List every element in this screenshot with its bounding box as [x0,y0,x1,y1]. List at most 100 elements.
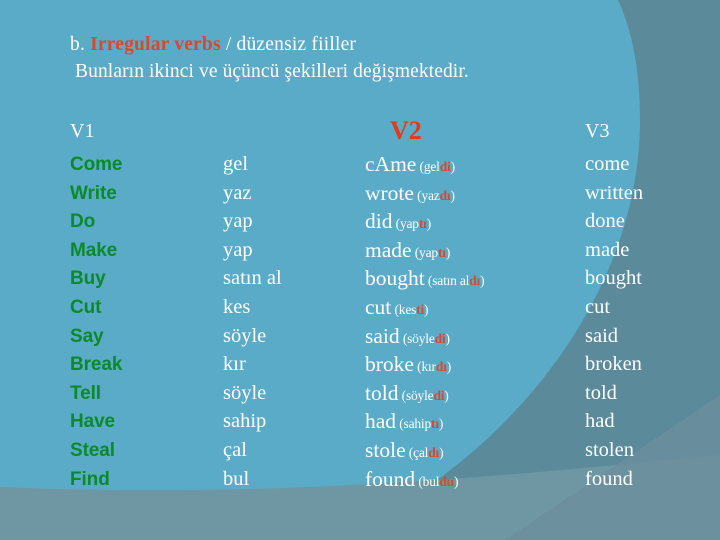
column-header-v1: V1 [70,120,95,142]
cell-v2: found (buldu) [365,467,590,492]
cell-v1: Write [70,182,117,204]
v2-base-form: cAme [365,152,417,176]
table-row: Say söyle said (söyledi) said [70,324,710,355]
v2-gloss-suffix: tı [431,416,439,432]
heading-highlight: Irregular verbs [90,34,221,55]
v2-gloss-suffix: dı [439,187,451,203]
v2-gloss: (yaptı) [392,216,432,232]
cell-translation: yap [223,210,253,233]
v2-gloss-suffix: ti [416,301,425,317]
cell-v1: Say [70,325,104,347]
v2-base-form: cut [365,294,392,319]
v2-gloss: (yazdı) [413,187,455,203]
cell-v3: found [585,467,633,490]
heading-line-2: Bunların ikinci ve üçüncü şekilleri deği… [75,61,469,82]
v2-gloss-stem: yap [399,216,419,232]
v2-gloss: (söyledi) [398,387,449,403]
v2-gloss: (satın aldı) [424,273,485,289]
v2-gloss-stem: yap [419,244,438,260]
cell-v3: told [585,381,617,404]
v2-gloss: (kırdı) [413,359,451,375]
v2-base-form: had [365,409,397,434]
cell-v1: Have [70,411,116,433]
slide-canvas: b. Irregular verbs / düzensiz fiiller Bu… [0,0,720,540]
cell-v2: wrote (yazdı) [365,181,590,206]
v2-gloss: (yaptı) [411,244,451,260]
cell-v1: Break [70,354,123,376]
cell-v3: made [585,238,630,261]
table-row: Write yaz wrote (yazdı) written [70,181,710,212]
cell-v2: had (sahiptı) [365,409,590,434]
table-row: Buy satın al bought (satın aldı) bought [70,266,710,297]
v2-gloss-suffix: di [433,387,445,403]
table-row: Do yap did (yaptı) done [70,209,710,240]
table-row: Make yap made (yaptı) made [70,238,710,269]
v2-gloss: (geldi) [416,159,456,174]
cell-translation: söyle [223,381,267,404]
cell-translation: kes [223,295,251,318]
v2-gloss: (söyledi) [399,330,450,346]
heading-prefix: b. [70,34,91,55]
cell-v3: stolen [585,438,634,461]
v2-gloss-suffix: tı [437,244,446,260]
column-header-v2: V2 [390,116,422,145]
cell-v1: Buy [70,268,106,290]
cell-translation: söyle [223,324,267,347]
cell-v1: Do [70,211,96,233]
v2-gloss-stem: çal [413,444,429,460]
v2-gloss: (kesti) [391,301,429,317]
v2-gloss-stem: sahip [403,416,432,432]
cell-v2: made (yaptı) [365,238,590,263]
v2-base-form: told [365,380,399,405]
verb-table: V1 V2 V3 Come gel cAme (geldi) come Write yaz… [70,116,710,497]
v2-gloss-suffix: dı [428,444,440,460]
v2-gloss-suffix: di [434,330,446,346]
cell-v2: cut (kesti) [365,295,590,320]
v2-gloss-stem: gel [423,159,440,174]
cell-translation: yaz [223,181,252,204]
v2-gloss: (sahiptı) [396,416,444,432]
v2-base-form: found [365,466,416,491]
cell-v1: Tell [70,382,101,404]
v2-gloss-stem: kes [398,301,417,317]
cell-v3: bought [585,267,642,290]
cell-v1: Cut [70,296,102,318]
table-body: Come gel cAme (geldi) come Write yaz wrote (ya… [70,152,710,497]
cell-v1: Steal [70,439,115,461]
v2-gloss-stem: söyle [407,330,435,346]
cell-translation: satın al [223,267,282,290]
v2-gloss-suffix: dı [435,359,447,375]
cell-v2: bought (satın aldı) [365,266,590,291]
v2-gloss-suffix: di [439,159,451,174]
table-row: Tell söyle told (söyledi) told [70,381,710,412]
cell-translation: çal [223,438,247,461]
v2-gloss-stem: yaz [421,187,440,203]
cell-v1: Make [70,239,118,261]
slide-content: b. Irregular verbs / düzensiz fiiller Bu… [0,0,720,540]
v2-base-form: broke [365,352,414,377]
cell-v2: told (söyledi) [365,381,590,406]
v2-gloss: (buldu) [415,473,459,489]
cell-translation: sahip [223,410,267,433]
table-row: Steal çal stole (çaldı) stolen [70,438,710,469]
cell-v3: had [585,410,615,433]
v2-base-form: did [365,209,393,234]
table-row: Break kır broke (kırdı) broken [70,352,710,383]
cell-v2: cAme (geldi) [365,152,590,177]
cell-v3: cut [585,295,611,318]
v2-gloss-stem: söyle [405,387,434,403]
cell-v2: stole (çaldı) [365,438,590,463]
cell-v2: said (söyledi) [365,324,590,349]
v2-base-form: wrote [365,180,414,205]
v2-base-form: said [365,323,400,348]
cell-v2: did (yaptı) [365,209,590,234]
v2-gloss-suffix: du [439,473,454,489]
heading-block: b. Irregular verbs / düzensiz fiiller Bu… [70,32,670,85]
cell-translation: bul [223,467,250,490]
v2-gloss: (çaldı) [405,444,444,460]
v2-gloss-suffix: tı [418,216,427,232]
v2-gloss-suffix: dı [469,273,481,289]
v2-base-form: made [365,237,412,262]
cell-v3: come [585,153,630,175]
cell-translation: yap [223,238,253,261]
